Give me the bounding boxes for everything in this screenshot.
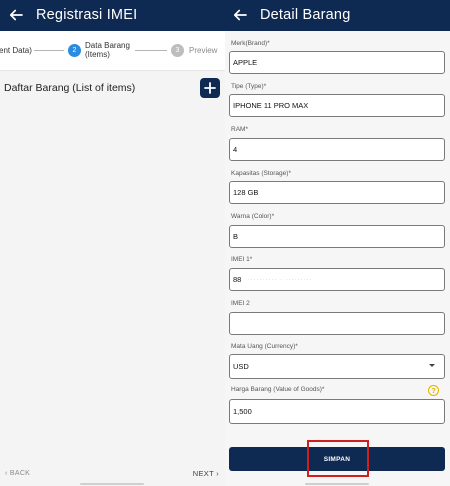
brand-field[interactable]: APPLE [229,51,445,74]
left-screen: Registrasi IMEI ent Data) 2 Data Barang … [0,0,225,486]
goods-value-field[interactable]: 1,500 [229,399,445,424]
items-list-title: Daftar Barang (List of items) [4,82,136,94]
imei1-field[interactable]: 88 ·········· · ········· [229,268,445,291]
caret-down-icon [429,364,435,367]
storage-field[interactable]: 128 GB [229,181,445,204]
page-title: Detail Barang [260,7,351,23]
step-connector [135,50,167,51]
plus-icon [204,82,216,94]
type-label: Tipe (Type)* [231,83,267,90]
imei2-label: IMEI 2 [231,300,250,307]
color-label: Warna (Color)* [231,213,275,220]
storage-label: Kapasitas (Storage)* [231,170,291,177]
stepper: ent Data) 2 Data Barang (Items) 3 Previe… [0,31,225,71]
next-button[interactable]: NEXT › [193,469,219,478]
imei2-field[interactable] [229,312,445,335]
brand-label: Merk(Brand)* [231,40,270,47]
redacted-mark: ·········· · ········· [247,276,313,283]
step-2-sublabel: (Items) [85,50,110,59]
step-3-circle: 3 [171,44,184,57]
back-button[interactable]: ‹ BACK [5,470,30,477]
help-icon[interactable]: ? [428,385,439,396]
ram-label: RAM* [231,126,248,133]
page-title: Registrasi IMEI [36,7,138,23]
type-field[interactable]: IPHONE 11 PRO MAX [229,94,445,117]
step-3-label: Preview [189,46,218,55]
step-1-label: ent Data) [0,46,32,55]
app-bar: Registrasi IMEI [0,0,225,31]
currency-select[interactable]: USD [229,354,445,379]
imei1-label: IMEI 1* [231,256,253,263]
color-field[interactable]: B [229,225,445,248]
currency-value: USD [233,362,249,371]
ram-field[interactable]: 4 [229,138,445,161]
step-connector [34,50,64,51]
highlight-annotation [307,440,369,477]
add-item-button[interactable] [200,78,220,98]
home-indicator [305,483,369,485]
app-bar: Detail Barang [225,0,450,31]
right-screen: Detail Barang Merk(Brand)* APPLE Tipe (T… [225,0,450,486]
goods-value-label: Harga Barang (Value of Goods)* [231,386,325,393]
home-indicator [80,483,144,485]
back-arrow-icon[interactable] [231,6,249,24]
imei1-value: 88 [233,275,242,284]
back-arrow-icon[interactable] [7,6,25,24]
step-2-circle: 2 [68,44,81,57]
step-2-label: Data Barang [85,41,130,50]
currency-label: Mata Uang (Currency)* [231,343,298,350]
